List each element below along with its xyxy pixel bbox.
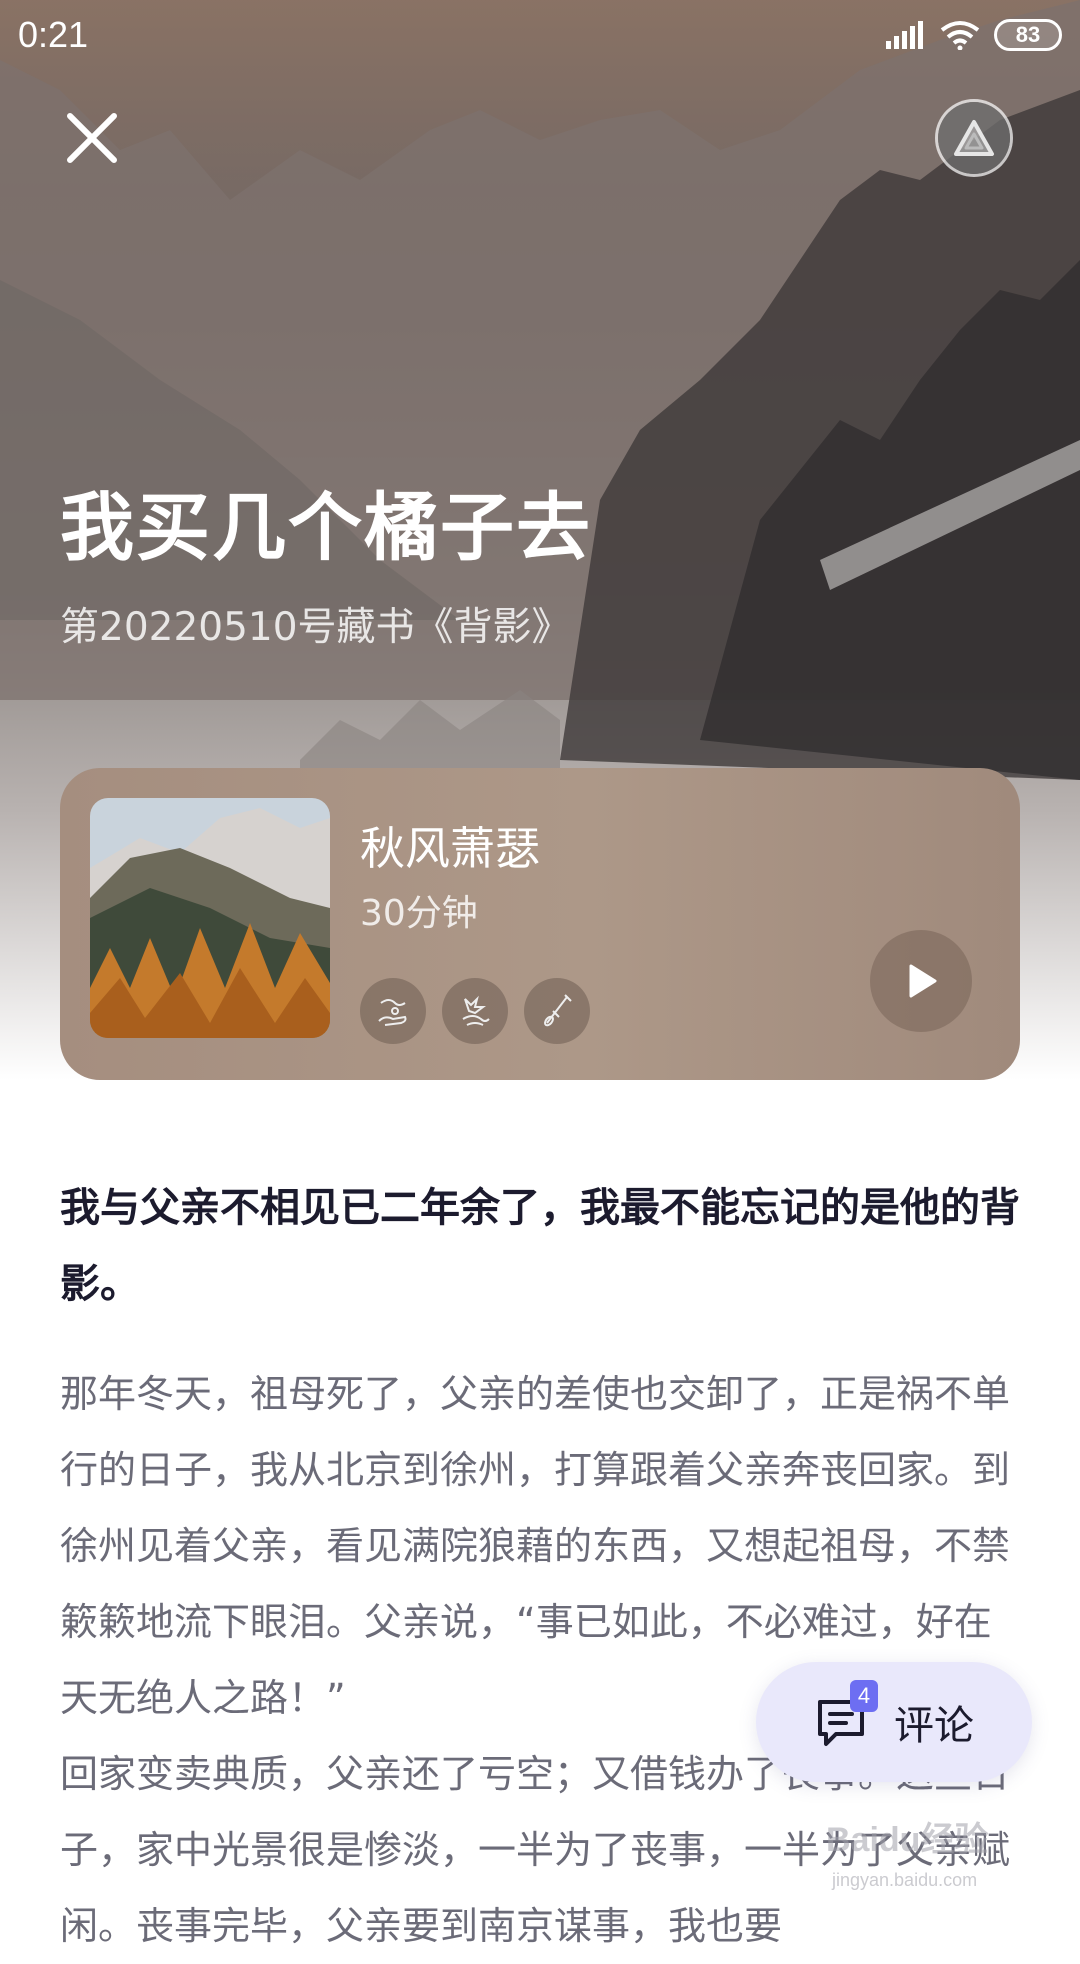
comment-count-badge: 4 — [850, 1680, 878, 1712]
comment-icon: 4 — [814, 1680, 878, 1748]
play-button[interactable] — [870, 930, 972, 1032]
top-right-button[interactable] — [938, 102, 1010, 174]
instrument-icon — [544, 994, 572, 1027]
triangle-icon — [954, 120, 994, 156]
page-subtitle: 第20220510号藏书《背影》 — [60, 605, 571, 650]
watermark-url: jingyan.baidu.com — [832, 1870, 978, 1890]
audio-card[interactable]: 秋风萧瑟 30分钟 — [60, 768, 1020, 1080]
battery-level: 83 — [1015, 22, 1041, 47]
tag-wind-hand[interactable] — [360, 978, 426, 1044]
wifi-icon — [940, 21, 980, 50]
page-title: 我买几个橘子去 — [60, 485, 592, 571]
leaf-wind-icon — [462, 995, 490, 1026]
audio-tags — [360, 978, 590, 1044]
tag-instrument[interactable] — [524, 978, 590, 1044]
status-icons: 83 — [886, 18, 1062, 52]
mountain-thumbnail-image — [90, 798, 330, 1038]
status-bar: 0:21 83 — [0, 0, 1080, 72]
audio-duration: 30分钟 — [360, 893, 478, 934]
close-button[interactable] — [62, 108, 122, 168]
signal-icon — [886, 21, 923, 49]
comment-button[interactable]: 4 评论 — [756, 1662, 1032, 1782]
comment-label: 评论 — [894, 1703, 974, 1749]
article-lead: 我与父亲不相见已二年余了，我最不能忘记的是他的背影。 — [60, 1185, 1020, 1307]
status-time: 0:21 — [18, 14, 89, 55]
wind-hand-icon — [378, 999, 407, 1026]
close-icon — [67, 113, 117, 163]
battery-icon: 83 — [994, 19, 1062, 51]
play-icon — [909, 964, 937, 998]
audio-title: 秋风萧瑟 — [360, 822, 541, 875]
audio-thumbnail — [90, 798, 330, 1038]
watermark: Baidu经验 — [826, 1821, 989, 1859]
tag-leaf-wind[interactable] — [442, 978, 508, 1044]
